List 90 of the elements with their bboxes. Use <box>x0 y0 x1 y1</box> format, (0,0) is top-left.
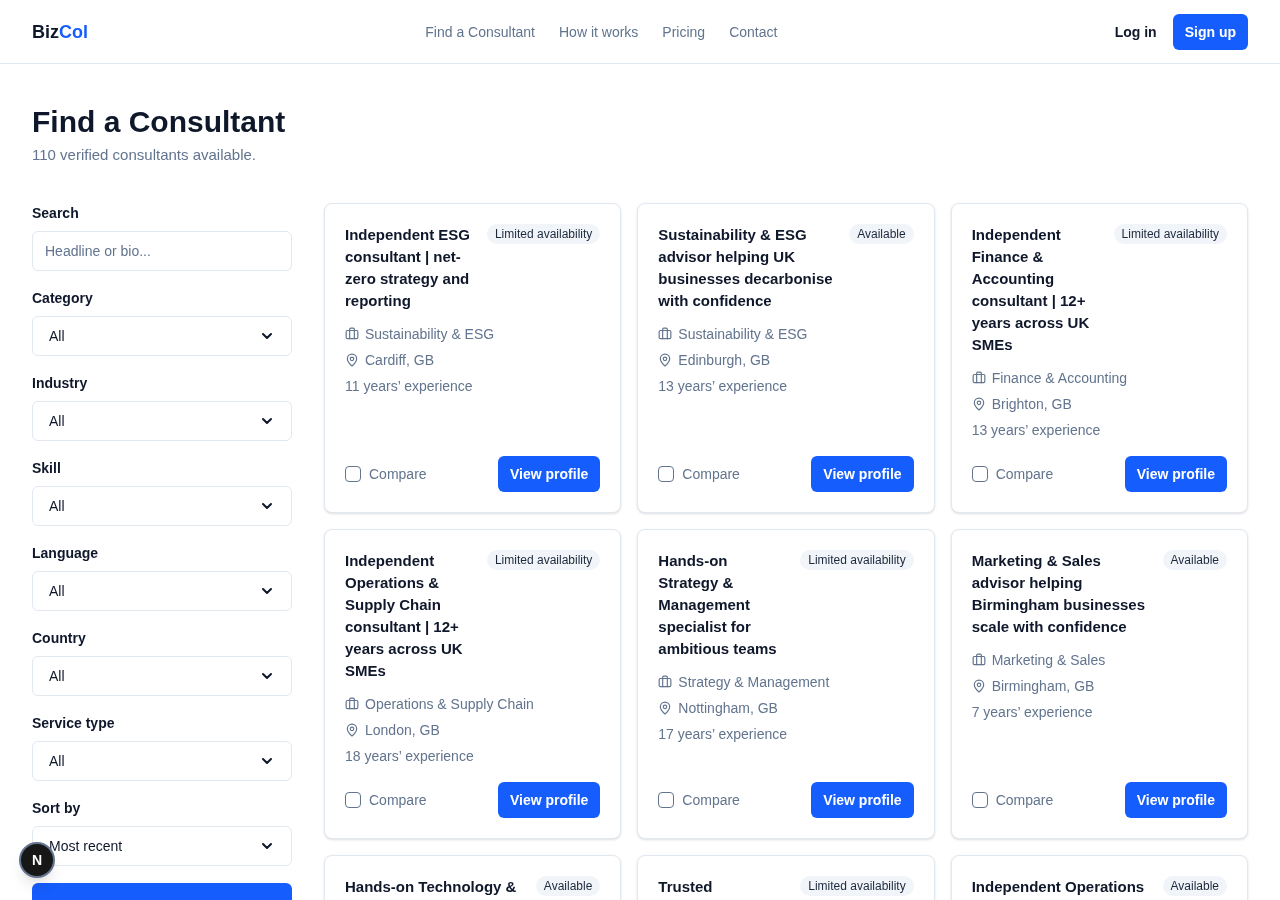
nav-link[interactable]: Find a Consultant <box>425 21 535 42</box>
experience-text: 13 years’ experience <box>658 376 788 396</box>
compare-label: Compare <box>369 790 427 810</box>
card-title: Independent Operations <box>971 876 1146 897</box>
card-title: Trusted <box>658 876 714 897</box>
logo[interactable]: BizCol <box>32 17 88 46</box>
availability-badge: Available <box>1162 875 1227 896</box>
filter-label: Category <box>32 288 94 308</box>
availability-badge: Limited availability <box>486 549 601 570</box>
nav-link[interactable]: Pricing <box>662 21 706 42</box>
select-field[interactable]: All <box>32 570 292 611</box>
location-text: Edinburgh, GB <box>678 350 771 370</box>
compare-checkbox[interactable] <box>971 791 988 808</box>
location-pin-icon <box>658 700 673 715</box>
select-field[interactable]: All <box>32 400 292 441</box>
select-field[interactable]: All <box>32 485 292 526</box>
card-title: Independent Finance & Accounting consultant | 12+ years across UK SMEs <box>971 224 1091 355</box>
signup-button[interactable]: Sign up <box>1172 13 1248 50</box>
nav-link[interactable]: How it works <box>559 21 639 42</box>
filter-label: Country <box>32 628 87 648</box>
category-text: Marketing & Sales <box>991 650 1106 670</box>
page-subtitle: 110 verified consultants available. <box>32 145 258 165</box>
compare-checkbox[interactable] <box>345 465 361 482</box>
location-text: London, GB <box>365 720 440 740</box>
select-field[interactable]: All <box>32 315 292 356</box>
filter-label: Language <box>32 543 100 563</box>
compare-label: Compare <box>369 464 427 484</box>
category-text: Operations & Supply Chain <box>365 694 534 714</box>
card-title: Hands-on Strategy & Management specialist for ambitious teams <box>658 550 778 659</box>
view-profile-button[interactable]: View profile <box>811 455 914 492</box>
availability-badge: Available <box>849 223 914 244</box>
briefcase-icon <box>971 652 986 667</box>
experience-text: 17 years’ experience <box>658 724 788 744</box>
login-link[interactable]: Log in <box>1114 21 1157 42</box>
compare-checkbox[interactable] <box>658 465 675 482</box>
location-text: Brighton, GB <box>991 394 1072 414</box>
category-text: Sustainability & ESG <box>678 324 808 344</box>
briefcase-icon <box>658 326 673 341</box>
location-pin-icon <box>971 678 986 693</box>
card-title: Sustainability & ESG advisor helping UK businesses decarbonise with confidence <box>658 224 834 311</box>
compare-label: Compare <box>995 790 1054 810</box>
compare-label: Compare <box>682 790 740 810</box>
location-text: Birmingham, GB <box>991 676 1095 696</box>
view-profile-button[interactable]: View profile <box>1124 455 1227 492</box>
view-profile-button[interactable]: View profile <box>498 455 601 492</box>
nav-link[interactable]: Contact <box>729 21 778 42</box>
compare-checkbox[interactable] <box>345 791 361 808</box>
category-text: Sustainability & ESG <box>365 324 495 344</box>
experience-text: 11 years’ experience <box>345 376 474 396</box>
location-pin-icon <box>345 722 359 737</box>
compare-checkbox[interactable] <box>658 791 675 808</box>
category-text: Strategy & Management <box>678 672 830 692</box>
location-pin-icon <box>345 352 359 367</box>
card-title: Marketing & Sales advisor helping Birmingham businesses scale with confidence <box>971 550 1147 637</box>
view-profile-button[interactable]: View profile <box>811 781 914 818</box>
briefcase-icon <box>345 326 359 341</box>
briefcase-icon <box>971 370 986 385</box>
availability-badge: Available <box>535 875 601 896</box>
view-profile-button[interactable]: View profile <box>498 781 601 818</box>
availability-badge: Limited availability <box>1113 223 1227 244</box>
availability-badge: Available <box>1162 549 1227 570</box>
filter-label: Sort by <box>32 798 82 818</box>
card-title: Hands-on Technology & <box>345 876 518 897</box>
location-pin-icon <box>658 352 673 367</box>
compare-checkbox[interactable] <box>971 465 988 482</box>
card-title: Independent Operations & Supply Chain consultant | 12+ years across UK SMEs <box>345 550 464 681</box>
location-pin-icon <box>971 396 986 411</box>
briefcase-icon <box>658 674 673 689</box>
select-field[interactable]: All <box>32 655 292 696</box>
compare-label: Compare <box>995 464 1054 484</box>
card-title: Independent ESG consultant | net-zero strategy and reporting <box>345 224 471 311</box>
briefcase-icon <box>345 696 359 711</box>
select-field[interactable]: All <box>32 740 292 781</box>
availability-badge: Limited availability <box>486 223 601 244</box>
availability-badge: Limited availability <box>800 549 914 570</box>
location-text: Cardiff, GB <box>365 350 434 370</box>
filter-label: Search <box>32 203 80 223</box>
compare-label: Compare <box>682 464 740 484</box>
category-text: Finance & Accounting <box>991 368 1128 388</box>
location-text: Nottingham, GB <box>678 698 778 718</box>
filter-label: Service type <box>32 713 116 733</box>
experience-text: 7 years’ experience <box>971 702 1094 722</box>
search-field[interactable]: Headline or bio... <box>32 230 292 271</box>
page-title: Find a Consultant <box>32 104 287 140</box>
experience-text: 13 years’ experience <box>971 420 1102 440</box>
view-profile-button[interactable]: View profile <box>1124 781 1227 818</box>
availability-badge: Limited availability <box>800 875 914 896</box>
experience-text: 18 years’ experience <box>345 746 475 766</box>
filter-label: Industry <box>32 373 89 393</box>
filter-label: Skill <box>32 458 62 478</box>
